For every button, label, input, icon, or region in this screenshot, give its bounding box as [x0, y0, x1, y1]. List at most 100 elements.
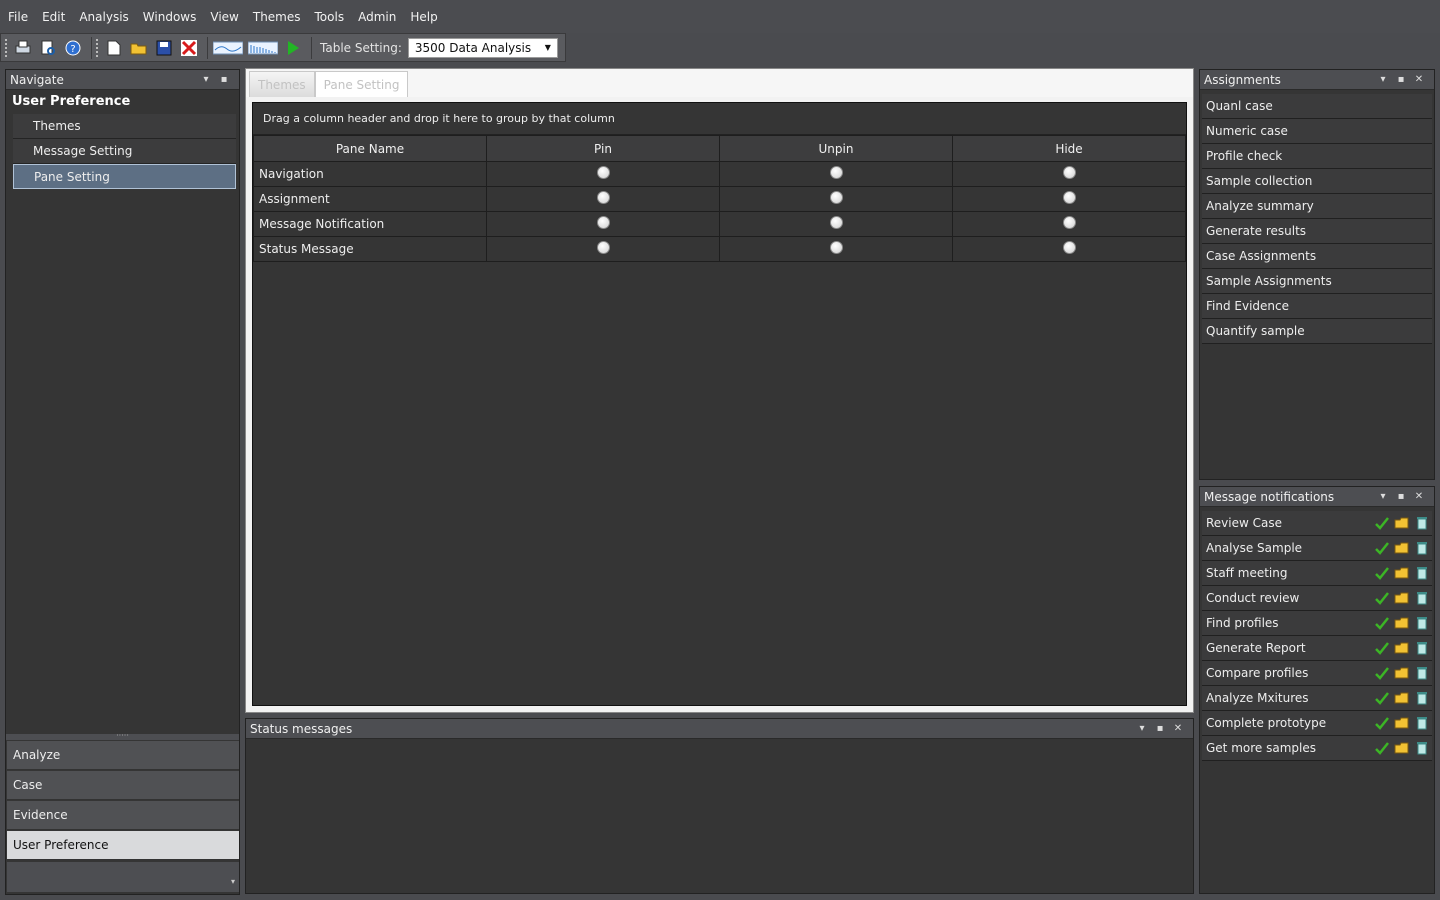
- chevron-down-icon[interactable]: ▾: [231, 877, 235, 886]
- hide-radio[interactable]: [1062, 166, 1076, 179]
- list-item[interactable]: Sample collection: [1202, 169, 1432, 194]
- folder-open-icon[interactable]: [1392, 666, 1412, 680]
- column-header-hide[interactable]: Hide: [952, 135, 1186, 162]
- folder-open-icon[interactable]: [1392, 566, 1412, 580]
- nav-item-themes[interactable]: Themes: [13, 114, 236, 139]
- save-button[interactable]: [153, 37, 175, 59]
- list-item[interactable]: Staff meeting: [1202, 561, 1432, 586]
- tab-pane-setting[interactable]: Pane Setting: [314, 71, 409, 97]
- list-item[interactable]: Compare profiles: [1202, 661, 1432, 686]
- unpin-radio[interactable]: [829, 241, 843, 254]
- list-item[interactable]: Find Evidence: [1202, 294, 1432, 319]
- histogram-button[interactable]: [247, 37, 279, 59]
- pin-icon[interactable]: ▪: [1392, 491, 1410, 502]
- list-item[interactable]: Analyze Mxitures: [1202, 686, 1432, 711]
- check-icon[interactable]: [1372, 516, 1392, 530]
- trash-icon[interactable]: [1412, 716, 1432, 730]
- menu-tools[interactable]: Tools: [315, 10, 345, 24]
- pin-radio[interactable]: [596, 166, 610, 179]
- list-item[interactable]: Analyse Sample: [1202, 536, 1432, 561]
- check-icon[interactable]: [1372, 616, 1392, 630]
- list-item[interactable]: Profile check: [1202, 144, 1432, 169]
- nav-item-pane-setting[interactable]: Pane Setting: [13, 164, 236, 189]
- folder-open-icon[interactable]: [1392, 691, 1412, 705]
- menu-admin[interactable]: Admin: [358, 10, 396, 24]
- pin-icon[interactable]: ▪: [215, 74, 233, 85]
- pin-icon[interactable]: ▪: [1392, 74, 1410, 85]
- check-icon[interactable]: [1372, 691, 1392, 705]
- pin-radio[interactable]: [596, 191, 610, 204]
- table-setting-select[interactable]: 3500 Data Analysis ▼: [407, 37, 558, 58]
- list-item[interactable]: Generate Report: [1202, 636, 1432, 661]
- trash-icon[interactable]: [1412, 566, 1432, 580]
- list-item[interactable]: Complete prototype: [1202, 711, 1432, 736]
- check-icon[interactable]: [1372, 641, 1392, 655]
- trash-icon[interactable]: [1412, 541, 1432, 555]
- print-preview-button[interactable]: [37, 37, 59, 59]
- chart-button[interactable]: [212, 37, 244, 59]
- menu-themes[interactable]: Themes: [253, 10, 301, 24]
- list-item[interactable]: Sample Assignments: [1202, 269, 1432, 294]
- check-icon[interactable]: [1372, 666, 1392, 680]
- check-icon[interactable]: [1372, 741, 1392, 755]
- trash-icon[interactable]: [1412, 591, 1432, 605]
- nav-item-message-setting[interactable]: Message Setting: [13, 139, 236, 164]
- folder-open-icon[interactable]: [1392, 516, 1412, 530]
- outlook-analyze[interactable]: Analyze: [7, 741, 239, 770]
- run-button[interactable]: [282, 37, 304, 59]
- dropdown-icon[interactable]: ▾: [1374, 491, 1392, 502]
- outlook-user-preference[interactable]: User Preference: [7, 831, 239, 860]
- trash-icon[interactable]: [1412, 666, 1432, 680]
- check-icon[interactable]: [1372, 566, 1392, 580]
- group-by-area[interactable]: Drag a column header and drop it here to…: [253, 103, 1186, 135]
- check-icon[interactable]: [1372, 716, 1392, 730]
- hide-radio[interactable]: [1062, 241, 1076, 254]
- list-item[interactable]: Analyze summary: [1202, 194, 1432, 219]
- list-item[interactable]: Find profiles: [1202, 611, 1432, 636]
- tab-themes[interactable]: Themes: [249, 71, 315, 97]
- new-button[interactable]: [103, 37, 125, 59]
- list-item[interactable]: Case Assignments: [1202, 244, 1432, 269]
- folder-open-icon[interactable]: [1392, 541, 1412, 555]
- dropdown-icon[interactable]: ▾: [1374, 74, 1392, 85]
- check-icon[interactable]: [1372, 591, 1392, 605]
- close-icon[interactable]: ✕: [1169, 723, 1187, 734]
- trash-icon[interactable]: [1412, 616, 1432, 630]
- unpin-radio[interactable]: [829, 216, 843, 229]
- list-item[interactable]: Quanl case: [1202, 94, 1432, 119]
- delete-button[interactable]: [178, 37, 200, 59]
- menu-view[interactable]: View: [210, 10, 238, 24]
- help-button[interactable]: ?: [62, 37, 84, 59]
- folder-open-icon[interactable]: [1392, 616, 1412, 630]
- trash-icon[interactable]: [1412, 741, 1432, 755]
- hide-radio[interactable]: [1062, 216, 1076, 229]
- close-icon[interactable]: ✕: [1410, 74, 1428, 85]
- outlook-case[interactable]: Case: [7, 771, 239, 800]
- close-icon[interactable]: ✕: [1410, 491, 1428, 502]
- list-item[interactable]: Review Case: [1202, 511, 1432, 536]
- trash-icon[interactable]: [1412, 641, 1432, 655]
- outlook-evidence[interactable]: Evidence: [7, 801, 239, 830]
- menu-windows[interactable]: Windows: [143, 10, 197, 24]
- menu-help[interactable]: Help: [410, 10, 437, 24]
- column-header-unpin[interactable]: Unpin: [719, 135, 953, 162]
- pin-icon[interactable]: ▪: [1151, 723, 1169, 734]
- list-item[interactable]: Numeric case: [1202, 119, 1432, 144]
- pin-radio[interactable]: [596, 241, 610, 254]
- folder-open-icon[interactable]: [1392, 741, 1412, 755]
- unpin-radio[interactable]: [829, 191, 843, 204]
- folder-open-icon[interactable]: [1392, 641, 1412, 655]
- folder-open-icon[interactable]: [1392, 591, 1412, 605]
- menu-file[interactable]: File: [8, 10, 28, 24]
- toolbar-grip[interactable]: [5, 38, 8, 57]
- menu-analysis[interactable]: Analysis: [79, 10, 128, 24]
- list-item[interactable]: Conduct review: [1202, 586, 1432, 611]
- pin-radio[interactable]: [596, 216, 610, 229]
- dropdown-icon[interactable]: ▾: [1133, 723, 1151, 734]
- menu-edit[interactable]: Edit: [42, 10, 65, 24]
- trash-icon[interactable]: [1412, 516, 1432, 530]
- list-item[interactable]: Get more samples: [1202, 736, 1432, 761]
- toolbar-grip[interactable]: [96, 38, 99, 57]
- column-header-pin[interactable]: Pin: [486, 135, 720, 162]
- column-header-pane-name[interactable]: Pane Name: [253, 135, 487, 162]
